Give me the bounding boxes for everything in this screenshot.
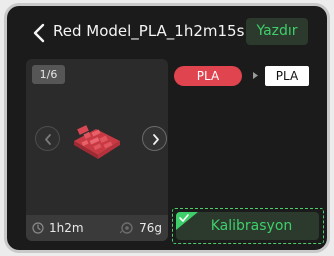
print-time: 1h2m: [32, 220, 84, 236]
prev-plate-button[interactable]: [35, 126, 60, 151]
model-preview: 1/6 1h2m 76g: [26, 59, 168, 241]
filament-weight-value: 76g: [139, 221, 162, 235]
printer-screen: Red Model_PLA_1h2m15s Yazdır 1/6 1h2m 76…: [7, 6, 327, 250]
filament-weight: 76g: [120, 220, 162, 236]
print-time-value: 1h2m: [49, 221, 84, 235]
top-bar: Red Model_PLA_1h2m15s Yazdır: [7, 6, 327, 56]
page-indicator: 1/6: [32, 65, 65, 84]
chevron-right-icon: [153, 134, 159, 145]
chevron-left-icon[interactable]: [31, 23, 49, 43]
arrow-right-icon: [253, 72, 258, 79]
next-plate-button[interactable]: [142, 126, 167, 151]
target-filament-slot[interactable]: PLA: [265, 66, 309, 86]
page-title: Red Model_PLA_1h2m15s: [53, 22, 245, 40]
chevron-left-icon: [45, 134, 51, 145]
print-stats-bar: 1h2m 76g: [26, 215, 168, 241]
calibration-toggle[interactable]: Kalibrasyon: [176, 212, 319, 240]
filament-icon: [120, 222, 133, 234]
source-filament-pill[interactable]: PLA: [174, 66, 242, 86]
clock-icon: [32, 222, 44, 234]
model-thumbnail: [74, 125, 120, 159]
calibration-label: Kalibrasyon: [210, 218, 293, 234]
print-button[interactable]: Yazdır: [246, 18, 308, 45]
